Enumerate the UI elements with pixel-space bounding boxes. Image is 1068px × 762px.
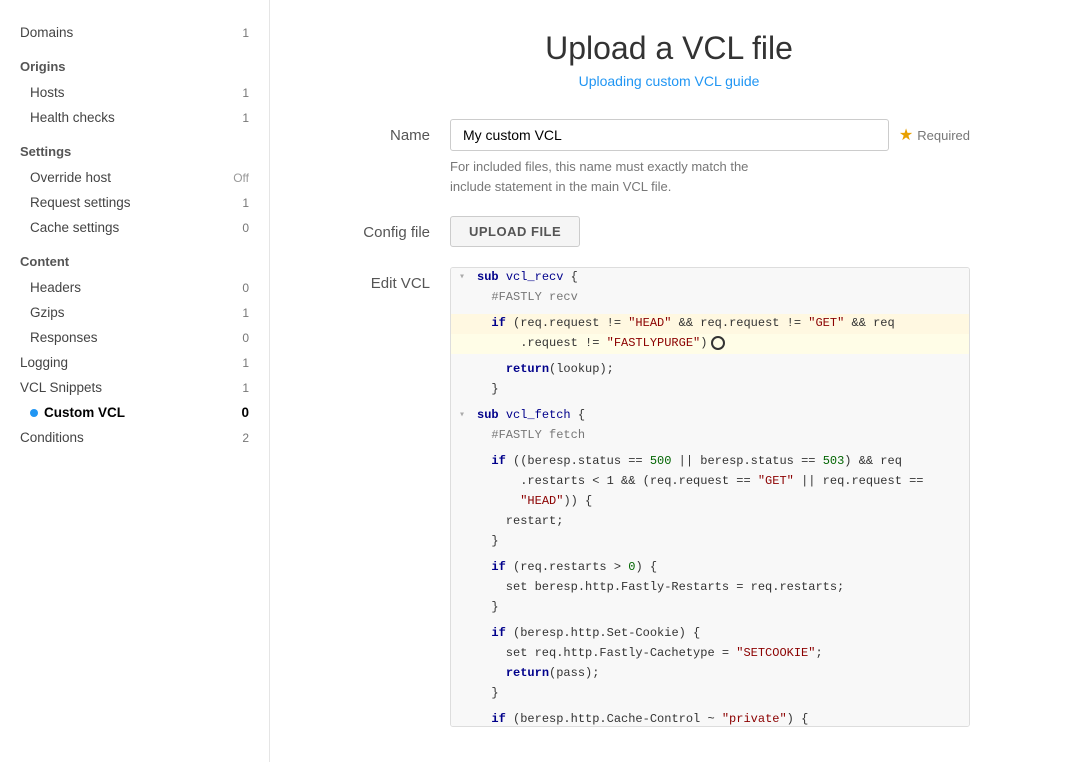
upload-file-button[interactable]: UPLOAD FILE — [450, 216, 580, 247]
cursor-indicator-icon — [711, 336, 725, 350]
sidebar-item-hosts-label: Hosts — [30, 85, 65, 100]
sidebar-item-hosts-count: 1 — [242, 86, 249, 100]
sidebar-item-health-checks[interactable]: Health checks 1 — [0, 105, 269, 130]
sidebar-item-domains[interactable]: Domains 1 — [0, 20, 269, 45]
code-line: } — [451, 532, 969, 552]
sidebar-item-domains-label: Domains — [20, 25, 73, 40]
sidebar-item-headers-label: Headers — [30, 280, 81, 295]
sidebar-item-conditions-label: Conditions — [20, 430, 84, 445]
sidebar-item-vcl-snippets[interactable]: VCL Snippets 1 — [0, 375, 269, 400]
sidebar-item-logging[interactable]: Logging 1 — [0, 350, 269, 375]
sidebar-item-override-host-label: Override host — [30, 170, 111, 185]
code-line: } — [451, 380, 969, 400]
code-line: #FASTLY recv — [451, 288, 969, 308]
code-line: ▾ sub vcl_recv { — [451, 268, 969, 288]
sidebar-item-logging-count: 1 — [242, 356, 249, 370]
code-line: set req.http.Fastly-Cachetype = "SETCOOK… — [451, 644, 969, 664]
sidebar-item-vcl-snippets-label: VCL Snippets — [20, 380, 102, 395]
sidebar-item-request-settings-count: 1 — [242, 196, 249, 210]
sidebar-section-origins: Origins — [0, 53, 269, 80]
code-content: sub vcl_recv { — [477, 268, 961, 287]
code-line: .restarts < 1 && (req.request == "GET" |… — [451, 472, 969, 492]
sidebar-item-request-settings-label: Request settings — [30, 195, 131, 210]
collapse-arrow-icon[interactable]: ▾ — [459, 268, 471, 286]
sidebar-item-logging-label: Logging — [20, 355, 68, 370]
form-hint: For included files, this name must exact… — [450, 157, 970, 196]
page-subtitle-link[interactable]: Uploading custom VCL guide — [579, 73, 760, 89]
code-line: return(lookup); — [451, 360, 969, 380]
sidebar-item-health-checks-label: Health checks — [30, 110, 115, 125]
sidebar-item-health-checks-count: 1 — [242, 111, 249, 125]
required-star-icon: ★ — [899, 125, 913, 145]
sidebar-item-headers-count: 0 — [242, 281, 249, 295]
name-input[interactable] — [450, 119, 889, 151]
sidebar-item-conditions[interactable]: Conditions 2 — [0, 425, 269, 450]
sidebar-item-headers[interactable]: Headers 0 — [0, 275, 269, 300]
sidebar-item-hosts[interactable]: Hosts 1 — [0, 80, 269, 105]
sidebar-item-responses-count: 0 — [242, 331, 249, 345]
code-line: restart; — [451, 512, 969, 532]
sidebar-item-override-host[interactable]: Override host Off — [0, 165, 269, 190]
sidebar-item-gzips[interactable]: Gzips 1 — [0, 300, 269, 325]
edit-vcl-row: Edit VCL ▾ sub vcl_recv { #FASTLY recv i… — [330, 267, 1008, 727]
config-file-field: UPLOAD FILE — [450, 216, 970, 247]
code-line: "HEAD")) { — [451, 492, 969, 512]
name-field: ★ Required For included files, this name… — [450, 119, 970, 196]
code-line: if ((beresp.status == 500 || beresp.stat… — [451, 452, 969, 472]
code-line: } — [451, 598, 969, 618]
code-line: ▾ sub vcl_fetch { — [451, 406, 969, 426]
sidebar-item-cache-settings[interactable]: Cache settings 0 — [0, 215, 269, 240]
code-line: return(pass); — [451, 664, 969, 684]
sidebar-item-custom-vcl-count: 0 — [241, 405, 249, 420]
code-line: if (beresp.http.Cache-Control ~ "private… — [451, 710, 969, 727]
sidebar-item-custom-vcl[interactable]: Custom VCL 0 — [0, 400, 269, 425]
config-file-row: Config file UPLOAD FILE — [330, 216, 1008, 247]
sidebar-item-gzips-label: Gzips — [30, 305, 65, 320]
sidebar-item-conditions-count: 2 — [242, 431, 249, 445]
main-content: Upload a VCL file Uploading custom VCL g… — [270, 0, 1068, 762]
sidebar-item-gzips-count: 1 — [242, 306, 249, 320]
collapse-arrow-vcl-fetch-icon[interactable]: ▾ — [459, 406, 471, 424]
code-line: set beresp.http.Fastly-Restarts = req.re… — [451, 578, 969, 598]
code-line-highlighted: if (req.request != "HEAD" && req.request… — [451, 314, 969, 334]
sidebar-item-responses[interactable]: Responses 0 — [0, 325, 269, 350]
sidebar-item-request-settings[interactable]: Request settings 1 — [0, 190, 269, 215]
code-line: #FASTLY fetch — [451, 426, 969, 446]
page-title: Upload a VCL file — [330, 30, 1008, 67]
sidebar-item-domains-count: 1 — [242, 26, 249, 40]
code-line: if (req.restarts > 0) { — [451, 558, 969, 578]
sidebar-item-responses-label: Responses — [30, 330, 98, 345]
sidebar-section-content: Content — [0, 248, 269, 275]
custom-vcl-dot: Custom VCL — [30, 405, 125, 420]
sidebar-item-vcl-snippets-count: 1 — [242, 381, 249, 395]
code-line-cursor: .request != "FASTLYPURGE") — [451, 334, 969, 354]
sidebar-item-override-host-value: Off — [233, 171, 249, 185]
sidebar: Domains 1 Origins Hosts 1 Health checks … — [0, 0, 270, 762]
code-editor[interactable]: ▾ sub vcl_recv { #FASTLY recv if (req.re… — [450, 267, 970, 727]
sidebar-item-custom-vcl-label: Custom VCL — [44, 405, 125, 420]
sidebar-item-cache-settings-label: Cache settings — [30, 220, 119, 235]
required-badge: ★ Required — [899, 125, 970, 145]
name-label: Name — [330, 119, 450, 144]
required-label: Required — [917, 128, 970, 143]
sidebar-item-cache-settings-count: 0 — [242, 221, 249, 235]
sidebar-section-settings: Settings — [0, 138, 269, 165]
edit-vcl-label: Edit VCL — [330, 267, 450, 292]
page-subtitle: Uploading custom VCL guide — [330, 73, 1008, 89]
config-file-label: Config file — [330, 216, 450, 241]
name-row: Name ★ Required For included files, this… — [330, 119, 1008, 196]
code-line: if (beresp.http.Set-Cookie) { — [451, 624, 969, 644]
code-line: } — [451, 684, 969, 704]
